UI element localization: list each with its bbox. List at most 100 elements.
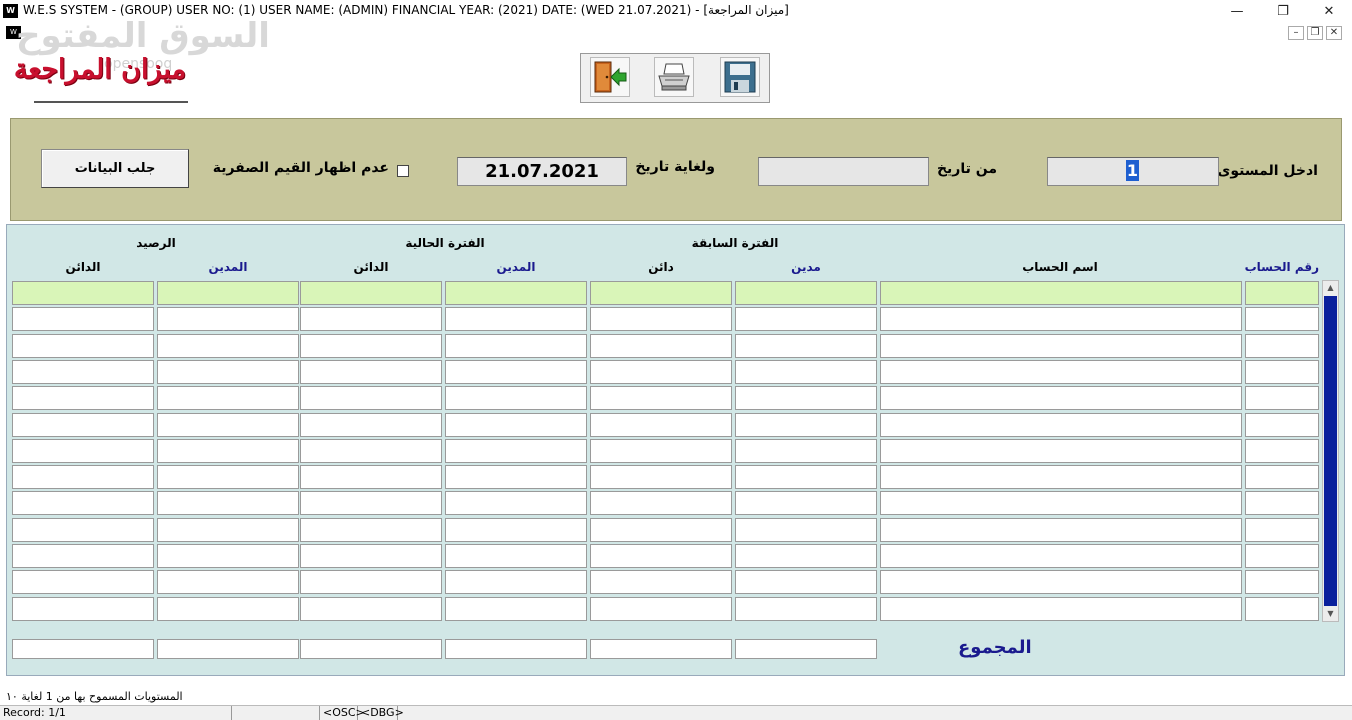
cell-cur-credit[interactable] [300, 570, 442, 594]
cell-account-no[interactable] [1245, 465, 1319, 489]
cell-cur-credit[interactable] [300, 307, 442, 331]
cell-prev-debit[interactable] [735, 307, 877, 331]
cell-cur-credit[interactable] [300, 386, 442, 410]
cell-account-no[interactable] [1245, 439, 1319, 463]
cell-account-no[interactable] [1245, 570, 1319, 594]
cell-prev-credit[interactable] [590, 518, 732, 542]
cell-prev-debit[interactable] [735, 439, 877, 463]
cell-account-name[interactable] [880, 518, 1242, 542]
cell-prev-debit[interactable] [735, 491, 877, 515]
cell-cur-credit[interactable] [300, 439, 442, 463]
cell-cur-debit[interactable] [445, 544, 587, 568]
cell-prev-credit[interactable] [590, 491, 732, 515]
cell-prev-debit[interactable] [735, 334, 877, 358]
cell-cur-credit[interactable] [300, 281, 442, 305]
cell-prev-credit[interactable] [590, 570, 732, 594]
cell-account-name[interactable] [880, 281, 1242, 305]
cell-cur-credit[interactable] [300, 360, 442, 384]
cell-account-name[interactable] [880, 439, 1242, 463]
maximize-icon[interactable]: ❐ [1260, 0, 1306, 23]
cell-cur-debit[interactable] [445, 439, 587, 463]
cell-prev-credit[interactable] [590, 465, 732, 489]
cell-account-no[interactable] [1245, 413, 1319, 437]
cell-prev-debit[interactable] [735, 518, 877, 542]
cell-bal-debit[interactable] [157, 465, 299, 489]
cell-bal-debit[interactable] [157, 281, 299, 305]
cell-cur-debit[interactable] [445, 386, 587, 410]
cell-prev-credit[interactable] [590, 413, 732, 437]
cell-prev-credit[interactable] [590, 334, 732, 358]
cell-cur-credit[interactable] [300, 413, 442, 437]
cell-bal-debit[interactable] [157, 413, 299, 437]
cell-bal-debit[interactable] [157, 518, 299, 542]
from-date-input[interactable] [758, 157, 929, 186]
cell-account-no[interactable] [1245, 307, 1319, 331]
minimize-icon[interactable]: — [1214, 0, 1260, 23]
cell-cur-debit[interactable] [445, 491, 587, 515]
cell-prev-debit[interactable] [735, 413, 877, 437]
scroll-up-icon[interactable]: ▲ [1323, 281, 1338, 295]
cell-cur-debit[interactable] [445, 465, 587, 489]
cell-bal-credit[interactable] [12, 281, 154, 305]
cell-account-no[interactable] [1245, 544, 1319, 568]
cell-account-name[interactable] [880, 465, 1242, 489]
scroll-down-icon[interactable]: ▼ [1323, 607, 1338, 621]
cell-cur-credit[interactable] [300, 334, 442, 358]
cell-bal-credit[interactable] [12, 544, 154, 568]
cell-bal-credit[interactable] [12, 439, 154, 463]
cell-bal-credit[interactable] [12, 307, 154, 331]
cell-cur-credit[interactable] [300, 544, 442, 568]
cell-prev-debit[interactable] [735, 360, 877, 384]
close-icon[interactable]: ✕ [1306, 0, 1352, 23]
cell-account-name[interactable] [880, 360, 1242, 384]
cell-account-name[interactable] [880, 491, 1242, 515]
cell-prev-debit[interactable] [735, 544, 877, 568]
exit-button[interactable] [590, 57, 630, 97]
cell-prev-credit[interactable] [590, 544, 732, 568]
cell-prev-debit[interactable] [735, 570, 877, 594]
cell-account-no[interactable] [1245, 334, 1319, 358]
cell-cur-debit[interactable] [445, 307, 587, 331]
cell-bal-credit[interactable] [12, 465, 154, 489]
cell-bal-debit[interactable] [157, 491, 299, 515]
cell-bal-debit[interactable] [157, 597, 299, 621]
cell-cur-debit[interactable] [445, 597, 587, 621]
cell-account-name[interactable] [880, 570, 1242, 594]
cell-cur-debit[interactable] [445, 570, 587, 594]
cell-bal-credit[interactable] [12, 360, 154, 384]
cell-prev-credit[interactable] [590, 597, 732, 621]
cell-cur-credit[interactable] [300, 597, 442, 621]
cell-account-no[interactable] [1245, 281, 1319, 305]
cell-bal-credit[interactable] [12, 491, 154, 515]
cell-cur-debit[interactable] [445, 334, 587, 358]
cell-prev-credit[interactable] [590, 439, 732, 463]
cell-bal-credit[interactable] [12, 518, 154, 542]
cell-prev-credit[interactable] [590, 386, 732, 410]
cell-account-name[interactable] [880, 386, 1242, 410]
cell-prev-credit[interactable] [590, 281, 732, 305]
cell-account-no[interactable] [1245, 518, 1319, 542]
cell-account-name[interactable] [880, 413, 1242, 437]
cell-cur-debit[interactable] [445, 413, 587, 437]
cell-prev-debit[interactable] [735, 281, 877, 305]
cell-account-name[interactable] [880, 334, 1242, 358]
cell-bal-debit[interactable] [157, 334, 299, 358]
cell-account-no[interactable] [1245, 491, 1319, 515]
cell-account-name[interactable] [880, 307, 1242, 331]
cell-bal-debit[interactable] [157, 570, 299, 594]
fetch-data-button[interactable]: جلب البيانات [41, 149, 189, 188]
cell-bal-credit[interactable] [12, 413, 154, 437]
cell-prev-debit[interactable] [735, 465, 877, 489]
cell-prev-credit[interactable] [590, 360, 732, 384]
cell-bal-credit[interactable] [12, 597, 154, 621]
cell-bal-debit[interactable] [157, 307, 299, 331]
scrollbar-thumb[interactable] [1324, 296, 1337, 606]
cell-prev-debit[interactable] [735, 386, 877, 410]
cell-bal-debit[interactable] [157, 544, 299, 568]
cell-account-name[interactable] [880, 597, 1242, 621]
cell-bal-credit[interactable] [12, 570, 154, 594]
level-input-value[interactable]: 1 [1126, 160, 1139, 181]
cell-bal-credit[interactable] [12, 334, 154, 358]
hide-zero-checkbox[interactable] [397, 165, 409, 177]
cell-cur-debit[interactable] [445, 360, 587, 384]
